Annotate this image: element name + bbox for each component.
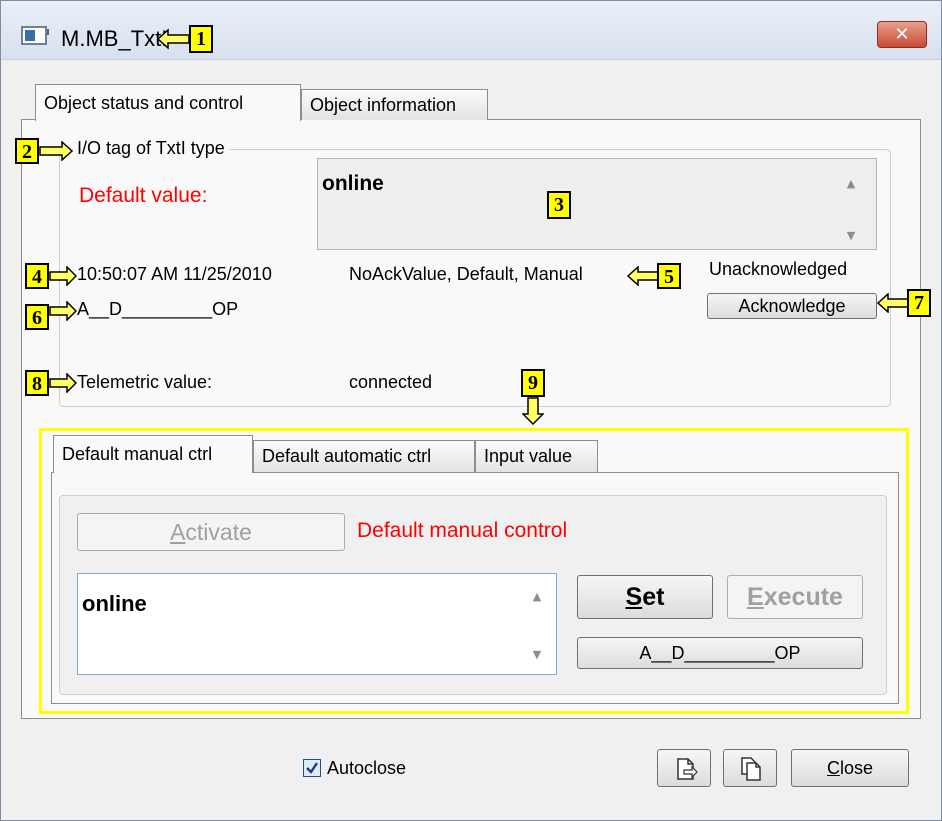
callout-7: 7	[907, 289, 931, 317]
status-flags-text: NoAckValue, Default, Manual	[349, 264, 583, 284]
execute-button[interactable]: Execute	[727, 575, 863, 619]
callout-arrow	[39, 141, 73, 161]
autoclose-label: Autoclose	[327, 758, 407, 778]
groupbox-caption: I/O tag of TxtI type	[73, 138, 229, 159]
paste-button[interactable]	[723, 749, 777, 787]
callout-arrow	[877, 293, 911, 313]
attributes-text: A__D_________OP	[77, 299, 239, 319]
acknowledge-button[interactable]: Acknowledge	[707, 293, 877, 319]
callout-6: 6	[25, 304, 49, 330]
close-button[interactable]: Close	[791, 749, 909, 787]
set-label: et	[642, 583, 665, 611]
set-mnemonic: S	[625, 583, 643, 611]
autoclose-checkbox[interactable]	[303, 759, 321, 777]
activate-mnemonic: A	[170, 519, 186, 545]
manual-control-label: Default manual control	[357, 519, 568, 542]
tab-input-value[interactable]: Input value	[475, 440, 598, 472]
default-value-text: online	[322, 172, 384, 195]
close-window-button[interactable]: ✕	[877, 21, 927, 48]
window-title: M.MB_TxtI	[61, 26, 168, 51]
telemetric-label: Telemetric value:	[77, 372, 213, 392]
default-value-field: online ▲ ▼	[317, 158, 877, 250]
dialog-window: M.MB_TxtI ✕ 1 Object status and control …	[0, 0, 942, 821]
tab-object-status[interactable]: Object status and control	[35, 84, 301, 121]
copy-button[interactable]	[657, 749, 711, 787]
attributes-button[interactable]: A__D_________OP	[577, 637, 863, 669]
close-mnemonic: C	[826, 758, 840, 778]
tab-object-information[interactable]: Object information	[301, 89, 488, 120]
tab-default-automatic-ctrl[interactable]: Default automatic ctrl	[253, 440, 475, 472]
manual-value-input[interactable]: online ▲ ▼	[77, 573, 557, 675]
set-button[interactable]: Set	[577, 575, 713, 619]
callout-3: 3	[547, 191, 571, 219]
callout-8: 8	[25, 370, 49, 396]
callout-5: 5	[657, 263, 681, 289]
callout-arrow	[49, 266, 77, 286]
tab-default-manual-ctrl[interactable]: Default manual ctrl	[53, 435, 253, 473]
check-icon	[306, 762, 318, 774]
default-value-label: Default value:	[79, 184, 208, 207]
title-bar[interactable]: M.MB_TxtI ✕	[1, 1, 941, 60]
callout-4: 4	[25, 263, 49, 289]
callout-arrow	[49, 373, 77, 393]
paste-icon	[741, 757, 761, 781]
execute-mnemonic: E	[747, 583, 764, 611]
activate-label: ctivate	[185, 519, 252, 545]
scroll-up-icon[interactable]: ▲	[844, 177, 858, 190]
telemetric-value: connected	[349, 372, 433, 392]
copy-icon	[677, 758, 698, 780]
manual-value-text: online	[82, 591, 147, 616]
timestamp-text: 10:50:07 AM 11/25/2010	[77, 264, 272, 284]
activate-button[interactable]: Activate	[77, 513, 345, 551]
scroll-up-icon[interactable]: ▲	[530, 590, 544, 603]
execute-label: xecute	[763, 583, 843, 611]
scroll-down-icon[interactable]: ▼	[844, 229, 858, 242]
scroll-down-icon[interactable]: ▼	[530, 648, 544, 661]
callout-1: 1	[189, 25, 213, 53]
close-label: lose	[839, 758, 874, 778]
callout-2: 2	[15, 138, 39, 164]
callout-arrow	[522, 397, 544, 425]
callout-arrow	[49, 301, 77, 321]
callout-9: 9	[521, 369, 545, 397]
callout-arrow	[627, 266, 659, 286]
app-icon	[21, 26, 49, 45]
callout-arrow	[156, 28, 190, 50]
ack-state-text: Unacknowledged	[709, 259, 848, 279]
